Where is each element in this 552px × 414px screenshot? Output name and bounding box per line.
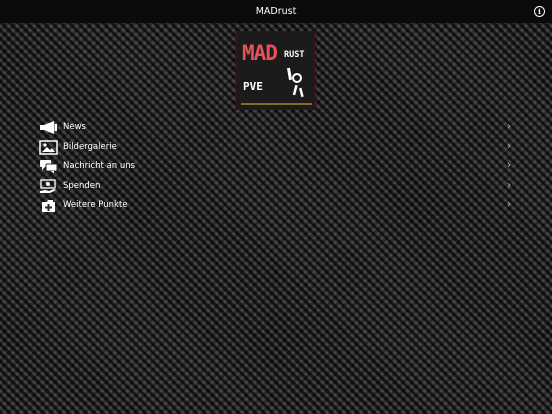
menu-item-spenden[interactable]: Spenden › [0,177,552,197]
donate-icon [40,178,56,193]
chevron-right-icon: › [507,179,511,191]
menu-item-label: Bildergalerie [63,141,117,152]
menu-item-label: News [63,122,86,132]
menu-item-label: Spenden [63,180,101,191]
chevron-right-icon: › [507,140,511,152]
app-logo: MAD RUST PVE [236,31,315,110]
chevron-right-icon: › [507,160,511,171]
megaphone-icon [40,121,57,134]
menu-item-nachricht[interactable]: Nachricht an uns › [0,157,552,177]
menu-item-label: Weitere Punkte [63,200,128,210]
image-icon [39,139,58,155]
menu-item-news[interactable]: News › [0,118,552,138]
chat-icon [40,160,58,174]
info-icon[interactable]: i [534,6,545,17]
main-menu: News › Bildergalerie › Nachricht an uns … [0,118,552,216]
menu-item-bildergalerie[interactable]: Bildergalerie › [0,138,552,158]
logo-underline [241,103,312,105]
info-glyph: i [538,7,541,16]
chevron-right-icon: › [507,199,511,210]
logo-graphic [286,67,304,98]
menu-item-label: Nachricht an uns [63,161,136,171]
chevron-right-icon: › [507,121,511,132]
menu-item-weitere-punkte[interactable]: Weitere Punkte › [0,196,552,216]
title-bar: MADrust i [0,0,552,23]
folder-add-icon [42,200,55,212]
app-title: MADrust [255,6,297,17]
